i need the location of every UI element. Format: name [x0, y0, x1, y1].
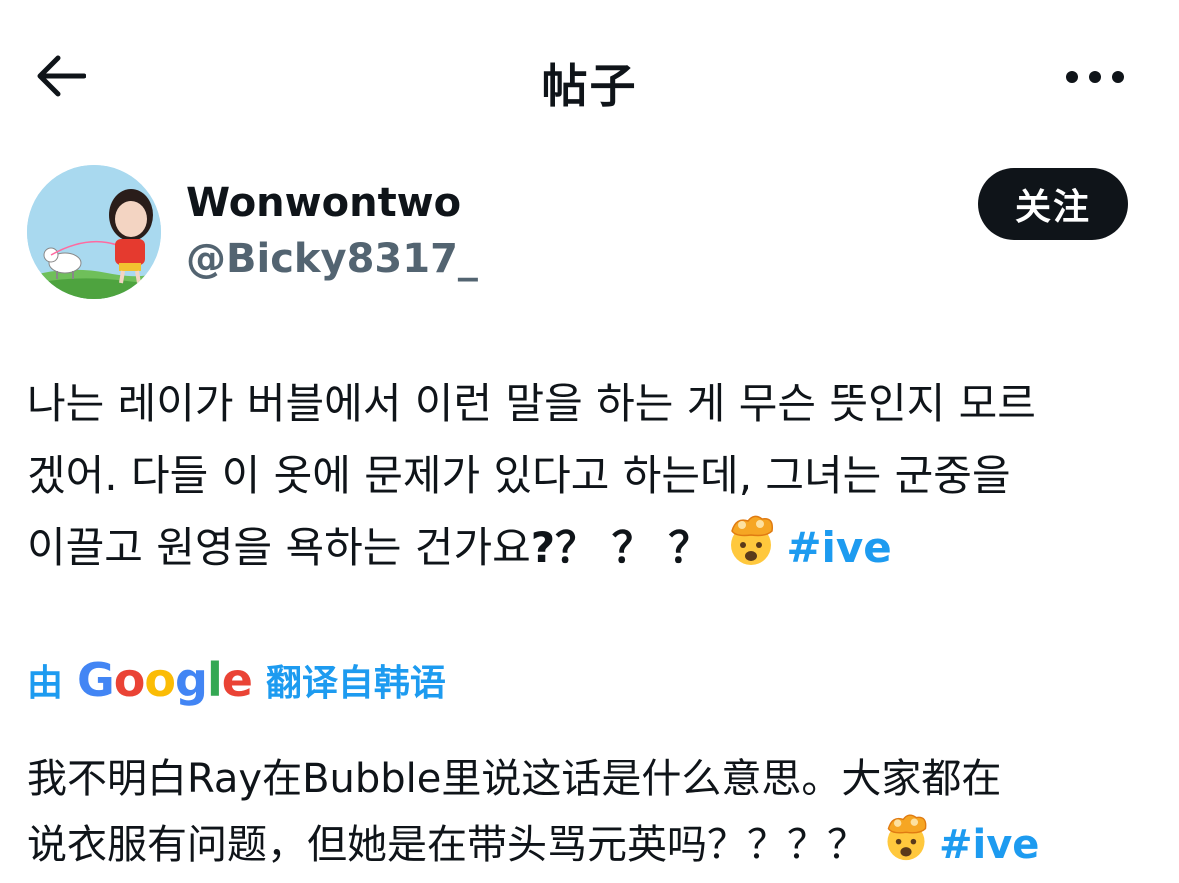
question-marks: ?？ ？ ？ — [530, 523, 711, 572]
more-horizontal-icon — [1066, 71, 1124, 83]
translated-text: 我不明白Ray在Bubble里说这话是什么意思。大家都在 说衣服有问题，但她是在… — [27, 746, 1152, 882]
more-options-button[interactable] — [1060, 55, 1130, 99]
post-text: 나는 레이가 버블에서 이런 말을 하는 게 무슨 뜻인지 모르 겠어. 다들 … — [27, 368, 1152, 589]
follow-button[interactable]: 关注 — [978, 168, 1128, 240]
exploding-head-icon — [879, 812, 933, 882]
google-logo: Google — [77, 653, 253, 707]
avatar-illustration — [27, 165, 161, 299]
translated-line: 说衣服有问题，但她是在带头骂元英吗？？？？ #ive — [27, 812, 1152, 882]
translated-by-google[interactable]: 由 Google 翻译自韩语 — [27, 650, 446, 710]
translated-line: 我不明白Ray在Bubble里说这话是什么意思。大家都在 — [27, 756, 1002, 802]
post-line: 나는 레이가 버블에서 이런 말을 하는 게 무슨 뜻인지 모르 — [27, 379, 1036, 428]
exploding-head-icon — [722, 513, 780, 589]
translated-by-prefix: 由 — [27, 663, 64, 704]
hashtag-link[interactable]: #ive — [786, 523, 891, 572]
translated-by-suffix: 翻译自韩语 — [265, 663, 446, 704]
translated-line-text: 说衣服有问题，但她是在带头骂元英吗？？？？ — [27, 822, 867, 868]
author-display-name[interactable]: Wonwontwo — [186, 180, 461, 226]
post-line: 겠어. 다들 이 옷에 문제가 있다고 하는데, 그녀는 군중을 — [27, 451, 1011, 500]
post-line-text: 이끌고 원영을 욕하는 건가요 — [27, 523, 531, 572]
post-line: 이끌고 원영을 욕하는 건가요?？ ？ ？ #ive — [27, 512, 1152, 589]
hashtag-link[interactable]: #ive — [939, 822, 1039, 868]
author-handle[interactable]: @Bicky8317_ — [186, 236, 478, 282]
avatar[interactable] — [27, 165, 161, 299]
page-title: 帖子 — [541, 59, 638, 113]
top-bar: 帖子 — [0, 0, 1179, 150]
